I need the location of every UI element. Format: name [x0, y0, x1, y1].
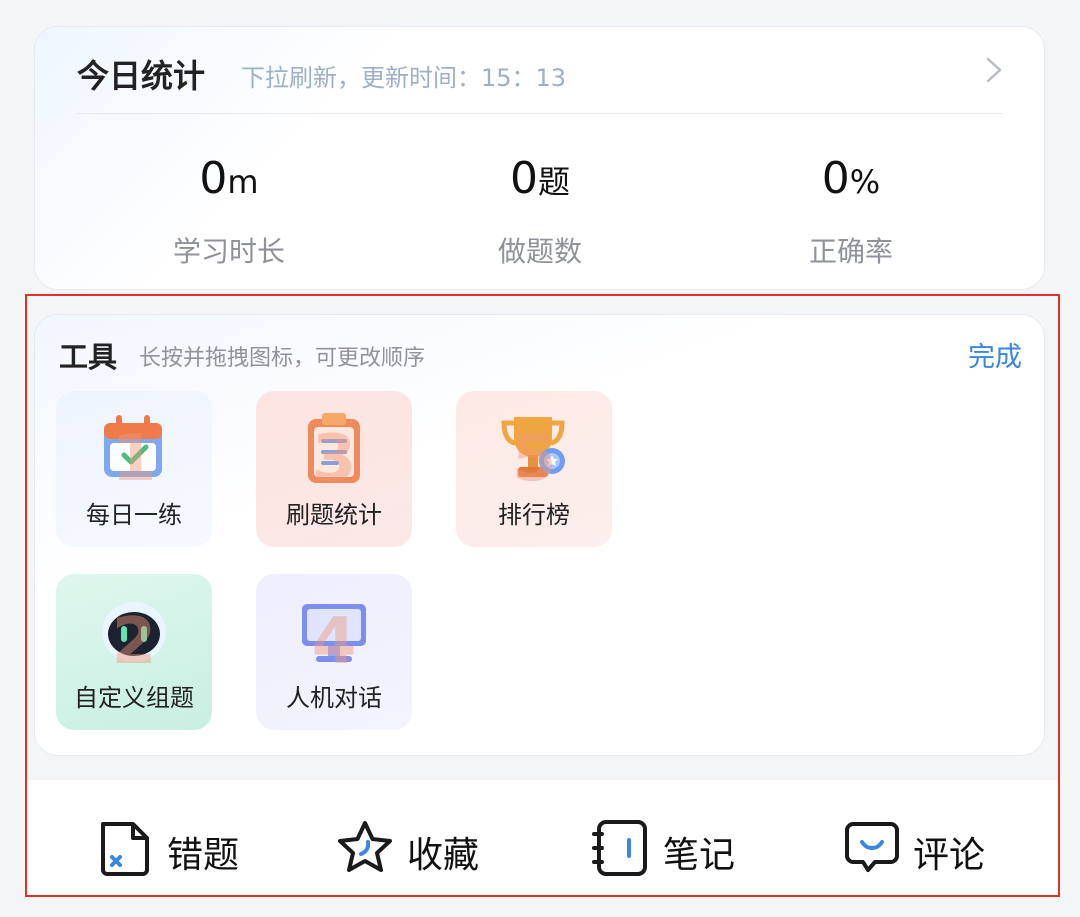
stat-number: 0 — [821, 153, 850, 204]
stats-refresh-hint: 下拉刷新，更新时间：15：13 — [241, 64, 567, 92]
stat-value: 0% — [721, 151, 981, 210]
stat-number: 0 — [199, 153, 228, 204]
app-screen: 今日统计 下拉刷新，更新时间：15：13 0m 学习时长 0题 做题数 0% 正… — [0, 0, 1080, 917]
today-stats-card[interactable]: 今日统计 下拉刷新，更新时间：15：13 0m 学习时长 0题 做题数 0% 正… — [34, 26, 1045, 290]
stat-unit: 题 — [537, 163, 570, 201]
stats-title: 今日统计 — [77, 57, 206, 95]
stat-unit: % — [849, 163, 881, 201]
stat-value: 0m — [99, 151, 359, 210]
stat-value: 0题 — [410, 151, 670, 210]
stat-label: 正确率 — [808, 235, 893, 268]
stat-study-time: 0m 学习时长 — [99, 151, 359, 270]
highlight-frame — [25, 294, 1060, 897]
stat-number: 0 — [509, 153, 538, 204]
stat-label: 做题数 — [497, 235, 582, 268]
stat-unit: m — [227, 163, 259, 201]
chevron-right-icon[interactable] — [982, 55, 1006, 85]
stat-label: 学习时长 — [172, 235, 285, 268]
stat-accuracy: 0% 正确率 — [721, 151, 981, 270]
stat-question-count: 0题 做题数 — [410, 151, 670, 270]
stats-divider — [77, 113, 1002, 114]
